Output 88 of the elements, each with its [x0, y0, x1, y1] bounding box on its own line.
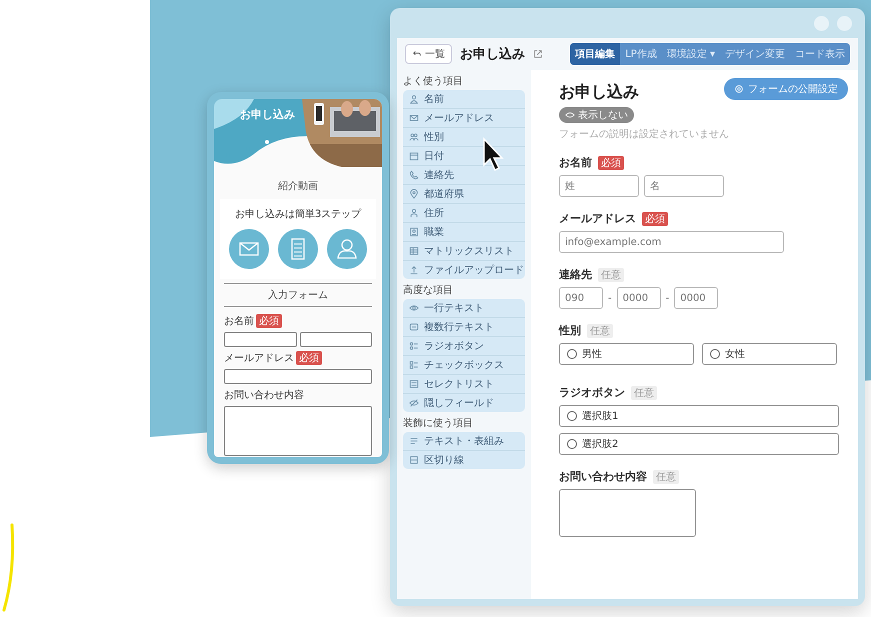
palette-item[interactable]: ファイルアップロード	[403, 261, 525, 279]
id-card-icon	[409, 227, 419, 237]
field-label: お名前	[559, 155, 592, 170]
separator: -	[608, 292, 612, 304]
palette-item[interactable]: テキスト・表組み	[403, 432, 525, 451]
list-icon	[409, 379, 419, 389]
badge: 任意	[653, 470, 679, 484]
eye-icon	[409, 303, 419, 313]
palette-item[interactable]: 一行テキスト	[403, 299, 525, 318]
text-field[interactable]	[224, 369, 372, 384]
text-field[interactable]	[300, 332, 372, 347]
mobile-title: お申し込み	[239, 107, 296, 122]
phone-field[interactable]: 0000	[616, 287, 661, 309]
radio-icon	[409, 341, 419, 351]
phone-icon	[409, 170, 419, 180]
field-label: メールアドレス	[559, 211, 636, 226]
badge: 必須	[598, 156, 624, 170]
person-icon	[327, 229, 367, 269]
palette-item[interactable]: 都道府県	[403, 185, 525, 204]
text-field[interactable]	[224, 332, 296, 347]
calendar-icon	[409, 151, 419, 161]
form-title: お申し込み	[559, 82, 639, 103]
page-title: お申し込み	[460, 46, 525, 63]
person-icon	[409, 208, 419, 218]
palette-item[interactable]: マトリックスリスト	[403, 242, 525, 261]
section-heading: よく使う項目	[403, 75, 464, 88]
palette-item[interactable]: セレクトリスト	[403, 375, 525, 394]
palette-item[interactable]: 職業	[403, 223, 525, 242]
steps-title: お申し込みは簡単3ステップ	[234, 208, 362, 221]
badge: 任意	[631, 386, 657, 400]
checkbox-icon	[409, 360, 419, 370]
radio-option[interactable]: 女性	[702, 343, 837, 365]
checklist-icon	[278, 229, 318, 269]
pin-icon	[409, 189, 419, 199]
back-button[interactable]: 一覧	[405, 44, 452, 64]
phone-field[interactable]: 090	[559, 287, 603, 309]
text-field[interactable]: 姓	[559, 175, 639, 197]
field-label: お問い合わせ内容	[224, 388, 304, 402]
field-label: ラジオボタン	[559, 385, 625, 400]
people-icon	[409, 132, 419, 142]
visibility-badge[interactable]: 表示しない	[559, 107, 634, 123]
grid-icon	[409, 246, 419, 256]
palette-item[interactable]: チェックボックス	[403, 356, 525, 375]
text-box-icon	[409, 322, 419, 332]
section-heading: 高度な項目	[403, 284, 454, 297]
text-field[interactable]: 名	[644, 175, 724, 197]
person-icon	[409, 94, 419, 104]
form-heading: 入力フォーム	[224, 283, 372, 307]
palette-item[interactable]: 名前	[403, 90, 525, 109]
palette-item[interactable]: 複数行テキスト	[403, 318, 525, 337]
palette-item[interactable]: ラジオボタン	[403, 337, 525, 356]
badge: 必須	[296, 351, 322, 365]
radio-option[interactable]: 選択肢1	[559, 405, 839, 427]
field-label: 連絡先	[559, 267, 592, 282]
field-label: 性別	[559, 323, 581, 338]
eye-icon	[565, 110, 575, 120]
target-icon	[734, 84, 744, 94]
radio-option[interactable]: 選択肢2	[559, 433, 839, 455]
palette-item[interactable]: メールアドレス	[403, 109, 525, 128]
radio-option[interactable]: 男性	[559, 343, 694, 365]
badge: 必須	[256, 314, 282, 328]
upload-icon	[409, 265, 419, 275]
textarea-field[interactable]	[559, 489, 696, 537]
phone-field[interactable]: 0000	[674, 287, 718, 309]
form-description: フォームの説明は設定されていません	[559, 128, 730, 141]
palette-item[interactable]: 住所	[403, 204, 525, 223]
separator: -	[666, 292, 670, 304]
envelope-icon	[409, 113, 419, 123]
eye-icon	[409, 398, 419, 408]
window-dot	[814, 16, 829, 30]
field-label: メールアドレス	[224, 352, 294, 365]
section-title: 紹介動画	[277, 180, 319, 194]
cursor-icon	[482, 137, 504, 173]
palette-item[interactable]: 隠しフィールド	[403, 394, 525, 412]
email-field[interactable]: info@example.com	[559, 231, 784, 253]
field-label: お名前	[224, 315, 254, 328]
external-link-icon[interactable]	[533, 49, 543, 59]
envelope-icon	[229, 229, 269, 269]
palette-item[interactable]: 区切り線	[403, 451, 525, 469]
badge: 任意	[598, 268, 624, 282]
badge: 必須	[642, 212, 668, 226]
window-dot	[837, 16, 852, 30]
field-label: お問い合わせ内容	[559, 469, 647, 484]
toolbar-tab[interactable]: 項目編集	[570, 43, 620, 65]
section-heading: 装飾に使う項目	[403, 416, 474, 430]
badge: 任意	[587, 324, 613, 338]
textarea-field[interactable]	[224, 406, 372, 456]
text-lines-icon	[409, 436, 419, 446]
